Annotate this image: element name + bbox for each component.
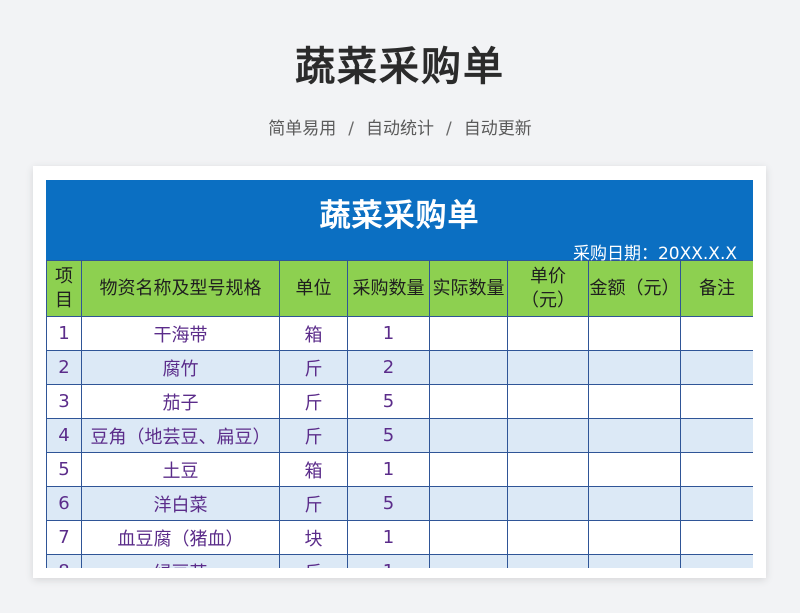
cell-actual-qty[interactable] — [429, 316, 508, 351]
cell-amount[interactable] — [588, 520, 681, 555]
sheet-title: 蔬菜采购单 — [319, 198, 480, 234]
page-title: 蔬菜采购单 — [295, 44, 505, 90]
cell-name[interactable]: 豆角（地芸豆、扁豆） — [81, 418, 280, 453]
col-header-remarks: 备注 — [680, 260, 753, 317]
cell-unit-price[interactable] — [507, 520, 589, 555]
cell-amount[interactable] — [588, 486, 681, 521]
cell-unit-price[interactable] — [507, 350, 589, 385]
table-row: 5 土豆箱 1 — [46, 452, 753, 487]
spreadsheet-preview-card: 蔬菜采购单 采购日期：20XX.X.X 项目 物资名称及型号规格 单位 采购数量 实际数… — [33, 166, 766, 578]
sheet-header: 蔬菜采购单 采购日期：20XX.X.X — [46, 180, 753, 264]
cell-order-qty[interactable]: 5 — [347, 384, 430, 419]
cell-name[interactable]: 洋白菜 — [81, 486, 280, 521]
cell-order-qty[interactable]: 5 — [347, 418, 430, 453]
cell-unit[interactable]: 箱 — [279, 316, 348, 351]
cell-name[interactable]: 干海带 — [81, 316, 280, 351]
col-header-order-qty: 采购数量 — [347, 260, 430, 317]
cell-order-qty[interactable]: 5 — [347, 486, 430, 521]
subtitle-item: 简单易用 — [268, 119, 337, 139]
cell-remarks[interactable] — [680, 554, 753, 568]
subtitle-item: 自动更新 — [463, 119, 532, 139]
cell-name[interactable]: 茄子 — [81, 384, 280, 419]
col-header-unit: 单位 — [279, 260, 348, 317]
cell-name[interactable]: 腐竹 — [81, 350, 280, 385]
cell-actual-qty[interactable] — [429, 350, 508, 385]
cell-unit-price[interactable] — [507, 316, 589, 351]
cell-name[interactable]: 血豆腐（猪血） — [81, 520, 280, 555]
col-header-amount: 金额（元） — [588, 260, 681, 317]
purchase-date: 采购日期：20XX.X.X — [572, 244, 737, 264]
col-header-actual-qty: 实际数量 — [429, 260, 508, 317]
subtitle: 简单易用 / 自动统计 / 自动更新 — [0, 114, 800, 139]
cell-remarks[interactable] — [680, 350, 753, 385]
cell-remarks[interactable] — [680, 486, 753, 521]
cell-item-no[interactable]: 8 — [46, 554, 82, 568]
table-row: 7 血豆腐（猪血）块 1 — [46, 520, 753, 555]
cell-item-no[interactable]: 1 — [46, 316, 82, 351]
cell-amount[interactable] — [588, 452, 681, 487]
cell-actual-qty[interactable] — [429, 554, 508, 568]
cell-remarks[interactable] — [680, 452, 753, 487]
cell-name[interactable]: 绿豆芽 — [81, 554, 280, 568]
cell-item-no[interactable]: 4 — [46, 418, 82, 453]
cell-amount[interactable] — [588, 554, 681, 568]
cell-amount[interactable] — [588, 418, 681, 453]
table-body: 1 干海带箱 1 2 腐竹斤 2 3 茄子斤 5 4 豆角（地芸豆、扁豆）斤 5 5 土豆箱 1 6 洋白菜斤 5… — [46, 316, 753, 568]
cell-item-no[interactable]: 5 — [46, 452, 82, 487]
cell-unit-price[interactable] — [507, 418, 589, 453]
col-header-item-no: 项目 — [46, 260, 82, 317]
table-row: 4 豆角（地芸豆、扁豆）斤 5 — [46, 418, 753, 453]
table-row: 8绿豆芽斤1 — [46, 554, 753, 568]
table-row: 1 干海带箱 1 — [46, 316, 753, 351]
cell-actual-qty[interactable] — [429, 452, 508, 487]
subtitle-separator: / — [446, 119, 452, 139]
cell-amount[interactable] — [588, 316, 681, 351]
cell-order-qty[interactable]: 2 — [347, 350, 430, 385]
cell-unit[interactable]: 斤 — [279, 384, 348, 419]
cell-actual-qty[interactable] — [429, 418, 508, 453]
cell-amount[interactable] — [588, 350, 681, 385]
cell-unit-price[interactable] — [507, 384, 589, 419]
cell-item-no[interactable]: 2 — [46, 350, 82, 385]
cell-remarks[interactable] — [680, 418, 753, 453]
cell-order-qty[interactable]: 1 — [347, 554, 430, 568]
cell-unit[interactable]: 斤 — [279, 486, 348, 521]
cell-actual-qty[interactable] — [429, 520, 508, 555]
cell-unit[interactable]: 斤 — [279, 554, 348, 568]
table-row: 2 腐竹斤 2 — [46, 350, 753, 385]
cell-actual-qty[interactable] — [429, 486, 508, 521]
cell-item-no[interactable]: 6 — [46, 486, 82, 521]
cell-unit-price[interactable] — [507, 554, 589, 568]
cell-unit-price[interactable] — [507, 486, 589, 521]
cell-amount[interactable] — [588, 384, 681, 419]
column-header-row: 项目 物资名称及型号规格 单位 采购数量 实际数量 单价（元） 金额（元） 备注 — [46, 260, 753, 317]
cell-unit[interactable]: 块 — [279, 520, 348, 555]
cell-actual-qty[interactable] — [429, 384, 508, 419]
cell-item-no[interactable]: 7 — [46, 520, 82, 555]
subtitle-item: 自动统计 — [366, 119, 434, 139]
cell-order-qty[interactable]: 1 — [347, 452, 430, 487]
cell-order-qty[interactable]: 1 — [347, 520, 430, 555]
cell-remarks[interactable] — [680, 384, 753, 419]
cell-name[interactable]: 土豆 — [81, 452, 280, 487]
subtitle-separator: / — [348, 119, 354, 139]
table-row: 6 洋白菜斤 5 — [46, 486, 753, 521]
cell-unit-price[interactable] — [507, 452, 589, 487]
cell-unit[interactable]: 斤 — [279, 418, 348, 453]
cell-unit[interactable]: 斤 — [279, 350, 348, 385]
table-row: 3 茄子斤 5 — [46, 384, 753, 419]
cell-unit[interactable]: 箱 — [279, 452, 348, 487]
cell-remarks[interactable] — [680, 316, 753, 351]
cell-item-no[interactable]: 3 — [46, 384, 82, 419]
col-header-unit-price: 单价（元） — [507, 260, 589, 317]
col-header-name: 物资名称及型号规格 — [81, 260, 280, 317]
cell-order-qty[interactable]: 1 — [347, 316, 430, 351]
purchase-table: 项目 物资名称及型号规格 单位 采购数量 实际数量 单价（元） 金额（元） 备注 1 干海带箱 1… — [46, 260, 753, 568]
cell-remarks[interactable] — [680, 520, 753, 555]
spreadsheet: 蔬菜采购单 采购日期：20XX.X.X 项目 物资名称及型号规格 单位 采购数量 实际数… — [46, 180, 753, 568]
